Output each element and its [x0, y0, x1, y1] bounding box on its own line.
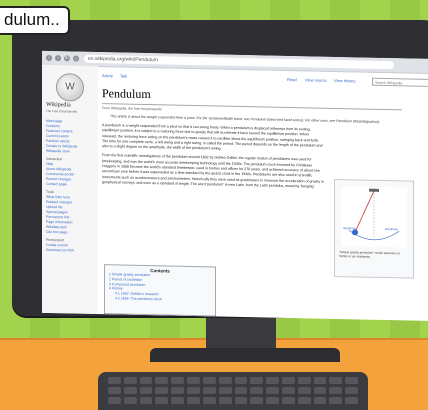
tab-view-source[interactable]: View source: [305, 77, 327, 82]
sidebar-nav: Main page Contents Featured content Current…: [46, 119, 96, 254]
article-paragraph: From the first scientific investigations…: [102, 153, 324, 189]
sidebar-link[interactable]: Wikipedia store: [46, 149, 96, 155]
keyboard-row: [108, 377, 358, 384]
tab-article[interactable]: Article: [102, 73, 113, 78]
search-input[interactable]: Search Wikipedia: [372, 77, 428, 88]
sidebar-link[interactable]: Download as PDF: [46, 248, 96, 254]
pendulum-diagram: amplitude amplitude: [341, 186, 407, 248]
figure-caption: "Simple gravity pendulum" model assumes …: [339, 250, 400, 259]
tab-talk[interactable]: Talk: [120, 73, 127, 78]
monitor-stand-neck: [206, 316, 276, 352]
article-content: Pendulum From Wikipedia, the free encycl…: [102, 86, 428, 321]
monitor: ‹ › ↻ ⌂ en.wikipedia.org/wiki/Pendulum W…: [12, 20, 428, 322]
keyboard: [98, 372, 368, 410]
table-of-contents: Contents 1 Simple gravity pendulum 2 Per…: [104, 264, 216, 317]
wiki-sidebar: W Wikipedia The Free Encyclopedia Main p…: [42, 64, 98, 315]
back-icon[interactable]: ‹: [46, 54, 52, 62]
toc-item[interactable]: 4.2 1656: The pendulum clock: [105, 296, 215, 303]
forward-icon[interactable]: ›: [55, 55, 61, 62]
tab-read[interactable]: Read: [287, 77, 297, 82]
article-paragraph: A pendulum is a weight suspended from a …: [102, 123, 323, 151]
figure-label-left: amplitude: [343, 226, 357, 231]
keyboard-row: [108, 387, 358, 394]
wiki-wordmark: Wikipedia: [46, 101, 71, 109]
reload-icon[interactable]: ↻: [64, 55, 70, 62]
pendulum-figure[interactable]: amplitude amplitude "Simple gravity pend…: [334, 178, 414, 279]
monitor-stand-base: [150, 348, 340, 362]
caption-bubble: dulum..: [0, 6, 70, 35]
sidebar-link[interactable]: Cite this page: [46, 230, 96, 236]
address-bar[interactable]: en.wikipedia.org/wiki/Pendulum: [84, 54, 394, 70]
wiki-tagline: The Free Encyclopedia: [46, 108, 77, 114]
figure-label-right: amplitude: [385, 227, 399, 232]
screen: ‹ › ↻ ⌂ en.wikipedia.org/wiki/Pendulum W…: [42, 50, 428, 322]
tab-view-history[interactable]: View history: [334, 78, 356, 83]
home-icon[interactable]: ⌂: [73, 55, 79, 62]
browser-toolbar: ‹ › ↻ ⌂ en.wikipedia.org/wiki/Pendulum: [42, 50, 428, 75]
wikipedia-globe-icon[interactable]: W: [56, 73, 84, 102]
keyboard-row: [108, 397, 358, 404]
sidebar-link[interactable]: Contact page: [46, 182, 96, 188]
